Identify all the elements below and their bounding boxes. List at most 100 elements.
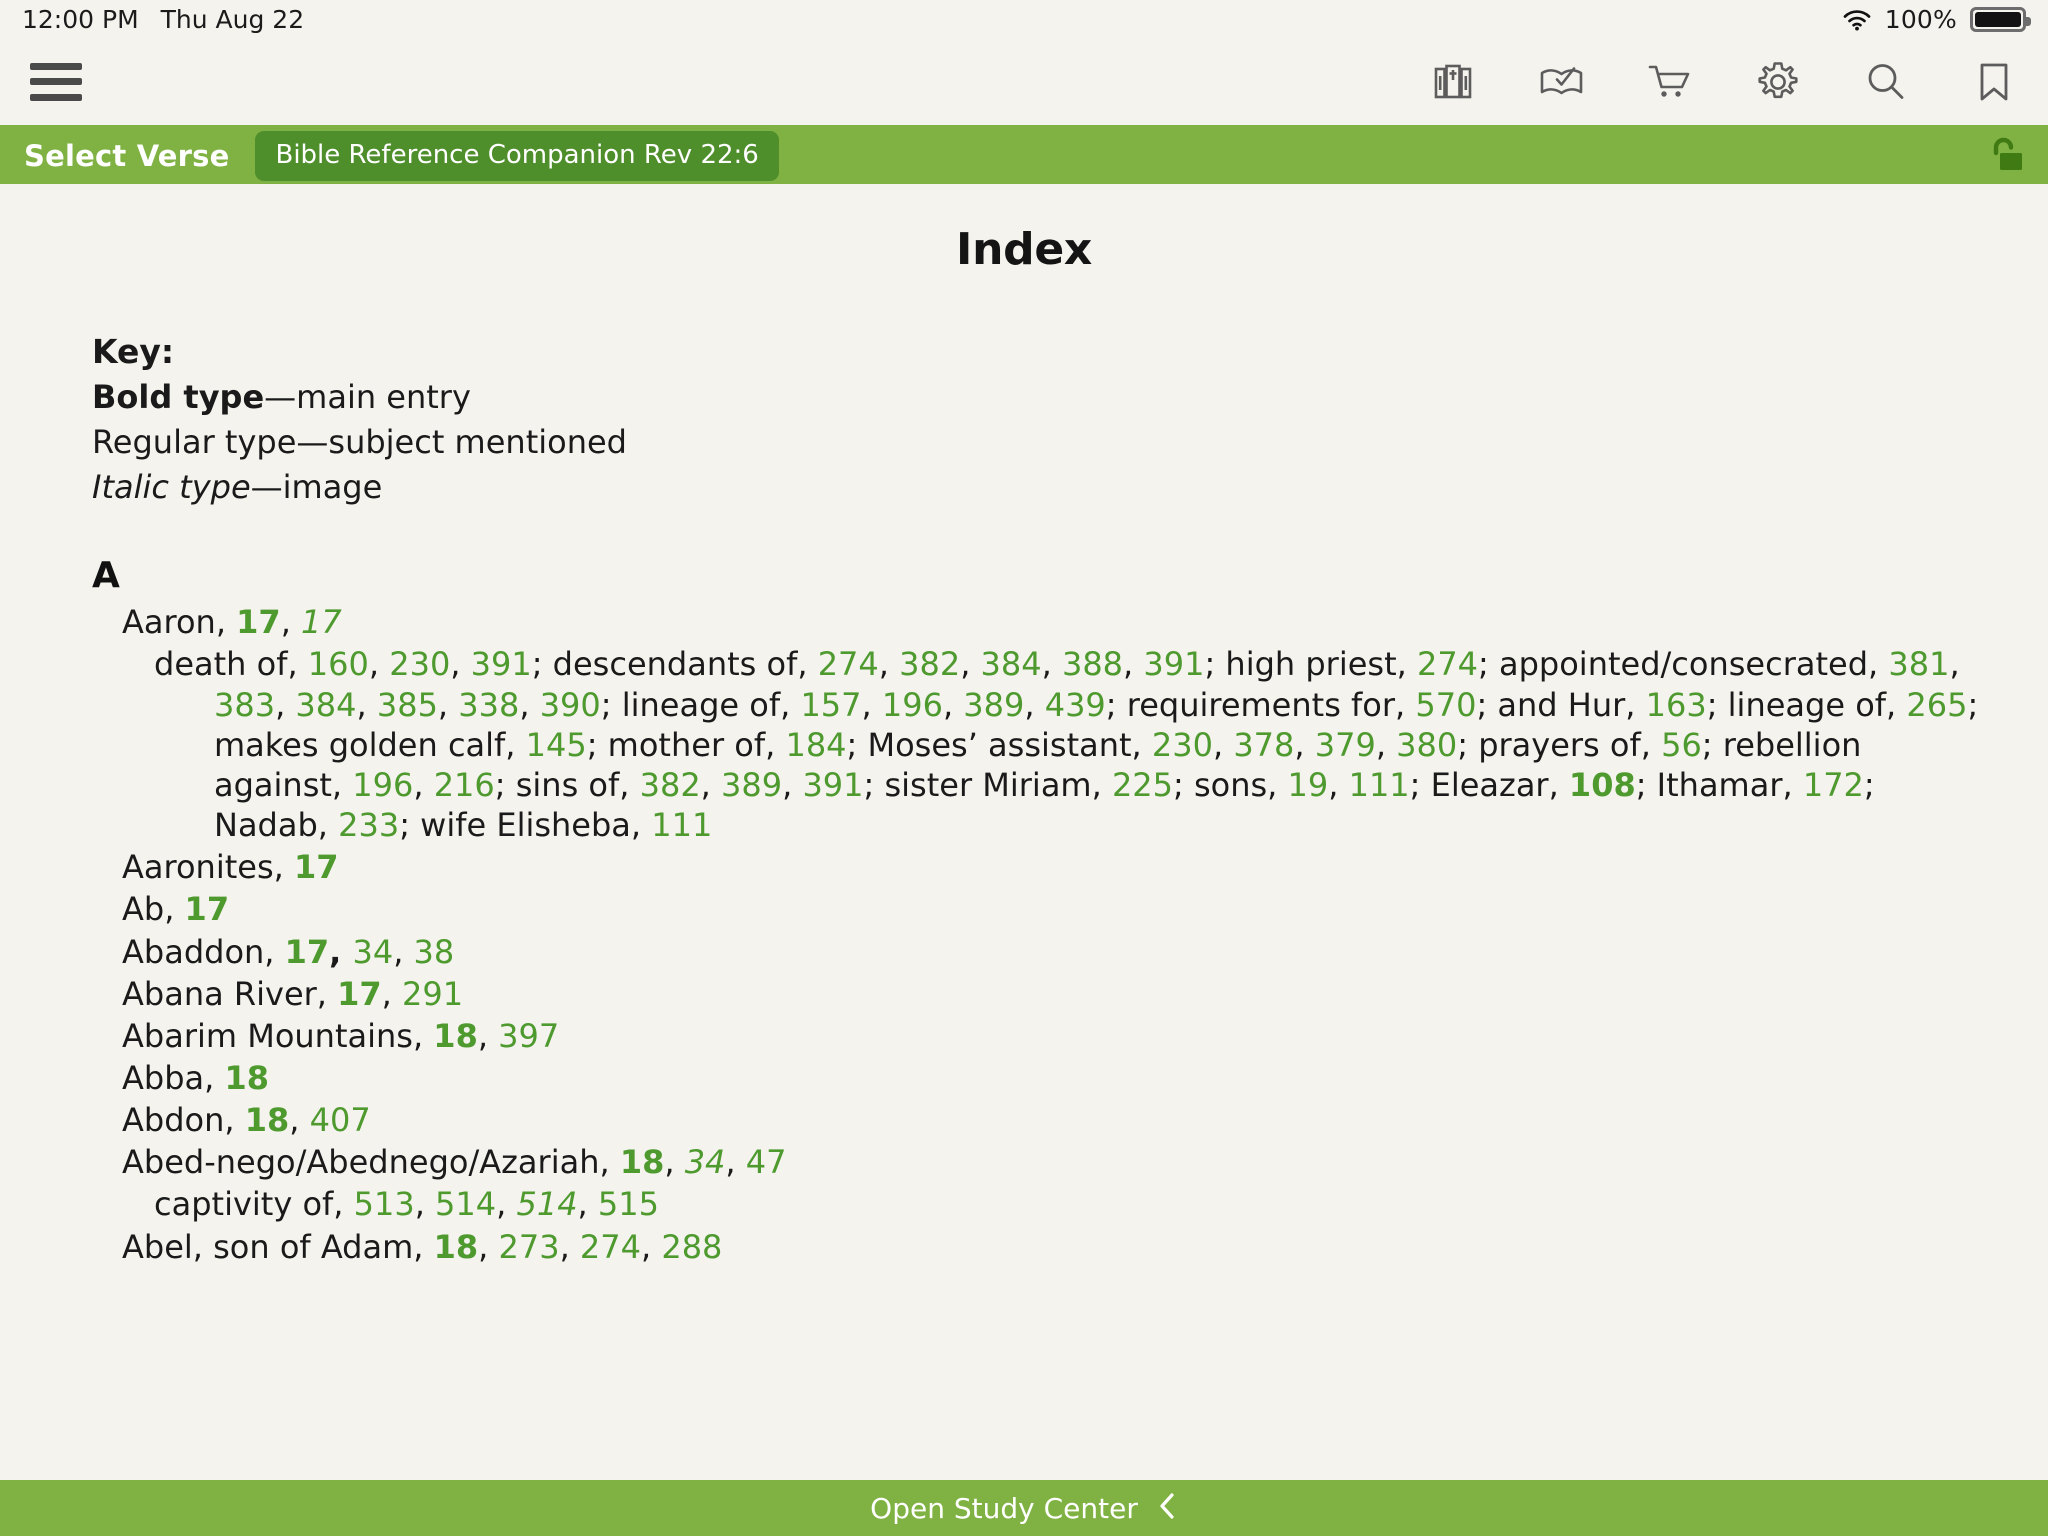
page-reference-link[interactable]: 389	[721, 766, 782, 804]
page-reference-link[interactable]: 389	[963, 686, 1024, 724]
index-entry[interactable]: Aaron, 17, 17	[122, 602, 1988, 642]
page-reference-link[interactable]: 230	[389, 645, 450, 683]
page-reference-link[interactable]: 338	[458, 686, 519, 724]
page-reference-link[interactable]: 18	[245, 1101, 290, 1139]
entry-text: ,	[393, 932, 414, 971]
index-subentry[interactable]: death of, 160, 230, 391; descendants of,…	[154, 644, 1988, 845]
page-reference-link[interactable]: 379	[1315, 726, 1376, 764]
page-reference-link[interactable]: 225	[1112, 766, 1173, 804]
page-reference-link[interactable]: 17	[337, 975, 382, 1013]
page-reference-link[interactable]: 388	[1062, 645, 1123, 683]
page-reference-link[interactable]: 514	[435, 1185, 496, 1223]
chevron-left-icon[interactable]	[1156, 1491, 1178, 1525]
unlocked-padlock-icon[interactable]	[1978, 133, 2030, 179]
page-reference-link[interactable]: 288	[661, 1228, 722, 1266]
entry-text: ,	[1024, 685, 1045, 724]
page-reference-link[interactable]: 56	[1661, 726, 1702, 764]
page-reference-link[interactable]: 111	[1349, 766, 1410, 804]
page-reference-link[interactable]: 291	[402, 975, 463, 1013]
page-reference-link[interactable]: 391	[471, 645, 532, 683]
page-reference-link[interactable]: 383	[214, 686, 275, 724]
entry-text: ,	[1041, 645, 1062, 684]
page-reference-link[interactable]: 407	[310, 1101, 371, 1139]
select-verse-button[interactable]: Select Verse	[24, 139, 229, 173]
page-reference-link[interactable]: 157	[800, 686, 861, 724]
page-reference-link[interactable]: 382	[899, 645, 960, 683]
page-reference-link[interactable]: 160	[308, 645, 369, 683]
page-reference-link[interactable]: 184	[785, 726, 846, 764]
entry-text: ,	[477, 1016, 499, 1055]
index-entry[interactable]: Abba, 18	[122, 1058, 1988, 1098]
page-reference-link[interactable]: 18	[224, 1059, 269, 1097]
page-reference-link[interactable]: 111	[651, 806, 712, 844]
page-reference-link[interactable]: 18	[433, 1017, 478, 1055]
page-reference-link[interactable]: 38	[414, 933, 455, 971]
page-reference-link[interactable]: 230	[1152, 726, 1213, 764]
page-reference-link[interactable]: 17	[301, 603, 342, 641]
page-reference-link[interactable]: 17	[185, 890, 230, 928]
page-reference-link[interactable]: 172	[1803, 766, 1864, 804]
page-reference-link[interactable]: 34	[685, 1143, 726, 1181]
page-reference-link[interactable]: 397	[498, 1017, 559, 1055]
page-reference-link[interactable]: 265	[1906, 686, 1967, 724]
page-reference-link[interactable]: 513	[354, 1185, 415, 1223]
page-reference-link[interactable]: 18	[620, 1143, 665, 1181]
page-reference-link[interactable]: 274	[818, 645, 879, 683]
reading-plan-book-check-icon[interactable]	[1534, 54, 1590, 110]
page-reference-link[interactable]: 108	[1569, 766, 1636, 804]
index-entry[interactable]: Abarim Mountains, 18, 397	[122, 1016, 1988, 1056]
hamburger-menu-icon[interactable]	[30, 62, 82, 101]
entry-text: ,	[664, 1143, 685, 1182]
page-reference-link[interactable]: 391	[802, 766, 863, 804]
page-reference-link[interactable]: 17	[294, 848, 339, 886]
entry-text: ,	[478, 1227, 499, 1266]
page-reference-link[interactable]: 196	[352, 766, 413, 804]
page-reference-link[interactable]: 382	[640, 766, 701, 804]
page-reference-link[interactable]: 385	[377, 686, 438, 724]
page-reference-link[interactable]: 391	[1143, 645, 1204, 683]
open-study-center-bar[interactable]: Open Study Center	[0, 1480, 2048, 1536]
page-reference-link[interactable]: 17	[236, 603, 281, 641]
index-entry[interactable]: Aaronites, 17	[122, 847, 1988, 887]
index-entry[interactable]: Abdon, 18, 407	[122, 1100, 1988, 1140]
page-title: Index	[956, 224, 1092, 275]
bookmark-icon[interactable]	[1966, 54, 2022, 110]
page-reference-link[interactable]: 163	[1646, 686, 1707, 724]
current-reference-pill[interactable]: Bible Reference Companion Rev 22:6	[255, 131, 779, 181]
page-reference-link[interactable]: 274	[580, 1228, 641, 1266]
page-reference-link[interactable]: 34	[352, 933, 393, 971]
page-reference-link[interactable]: 233	[338, 806, 399, 844]
page-reference-link[interactable]: 19	[1288, 766, 1329, 804]
entry-text: Aaronites,	[122, 848, 294, 887]
page-reference-link[interactable]: 18	[434, 1228, 479, 1266]
document-content[interactable]: Index Key: Bold type—main entry Regular …	[0, 184, 2048, 1480]
page-reference-link[interactable]: 196	[882, 686, 943, 724]
page-reference-link[interactable]: 384	[981, 645, 1042, 683]
index-entry[interactable]: Abed-nego/Abednego/Azariah, 18, 34, 47	[122, 1142, 1988, 1182]
page-reference-link[interactable]: 381	[1888, 645, 1949, 683]
page-reference-link[interactable]: 273	[498, 1228, 559, 1266]
index-entry[interactable]: Ab, 17	[122, 889, 1988, 929]
index-entry[interactable]: Abana River, 17, 291	[122, 974, 1988, 1014]
page-reference-link[interactable]: 514	[516, 1185, 577, 1223]
page-reference-link[interactable]: 390	[540, 686, 601, 724]
page-reference-link[interactable]: 439	[1045, 686, 1106, 724]
page-reference-link[interactable]: 570	[1415, 686, 1476, 724]
search-icon[interactable]	[1858, 54, 1914, 110]
entry-text: ,	[878, 645, 900, 684]
page-reference-link[interactable]: 384	[295, 686, 356, 724]
gear-icon[interactable]	[1750, 54, 1806, 110]
page-reference-link[interactable]: 145	[526, 726, 587, 764]
index-subentry[interactable]: captivity of, 513, 514, 514, 515	[154, 1184, 1988, 1224]
index-entry[interactable]: Abel, son of Adam, 18, 273, 274, 288	[122, 1227, 1988, 1267]
page-reference-link[interactable]: 216	[434, 766, 495, 804]
page-reference-link[interactable]: 378	[1233, 726, 1294, 764]
page-reference-link[interactable]: 274	[1417, 645, 1478, 683]
library-books-icon[interactable]	[1426, 54, 1482, 110]
page-reference-link[interactable]: 17	[285, 933, 330, 971]
page-reference-link[interactable]: 47	[746, 1143, 787, 1181]
shopping-cart-icon[interactable]	[1642, 54, 1698, 110]
page-reference-link[interactable]: 380	[1396, 726, 1457, 764]
page-reference-link[interactable]: 515	[598, 1185, 659, 1223]
index-entry[interactable]: Abaddon, 17, 34, 38	[122, 932, 1988, 972]
